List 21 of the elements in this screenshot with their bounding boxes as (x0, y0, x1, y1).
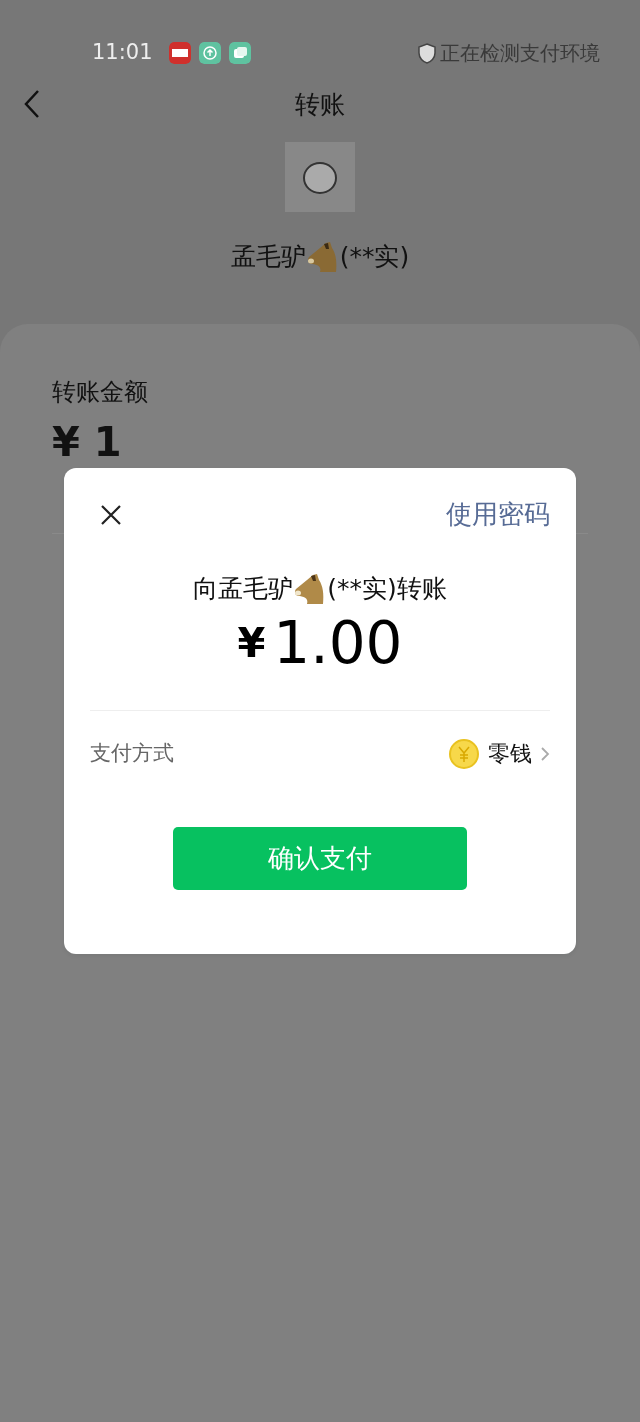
payment-method[interactable]: 零钱 (488, 737, 532, 770)
use-password-link[interactable]: 使用密码 (446, 494, 550, 534)
close-icon (100, 503, 122, 526)
upload-icon (198, 42, 221, 64)
payment-method-label: 支付方式 (90, 739, 174, 767)
masked-name: (**实) (339, 241, 410, 273)
page-title: 转账 (295, 89, 345, 122)
status-notice: 正在检测支付环境 (440, 40, 600, 67)
payment-amount: 1.00 (273, 613, 403, 672)
status-time: 11:01 (92, 39, 153, 67)
shield-icon (418, 42, 436, 64)
recipient-name: 孟毛驴 (230, 241, 306, 273)
amount-value: ¥ 1 (52, 421, 122, 462)
amount-label: 转账金额 (52, 376, 149, 408)
dialog-title-suffix: (**实)转账 (327, 573, 447, 605)
dialog-title: 向孟毛驴 (193, 573, 294, 605)
app-icon (228, 42, 251, 64)
chevron-right-icon (540, 745, 550, 762)
back-icon[interactable] (22, 88, 42, 120)
currency-symbol: ¥ (237, 622, 266, 663)
coin-icon (448, 737, 480, 770)
